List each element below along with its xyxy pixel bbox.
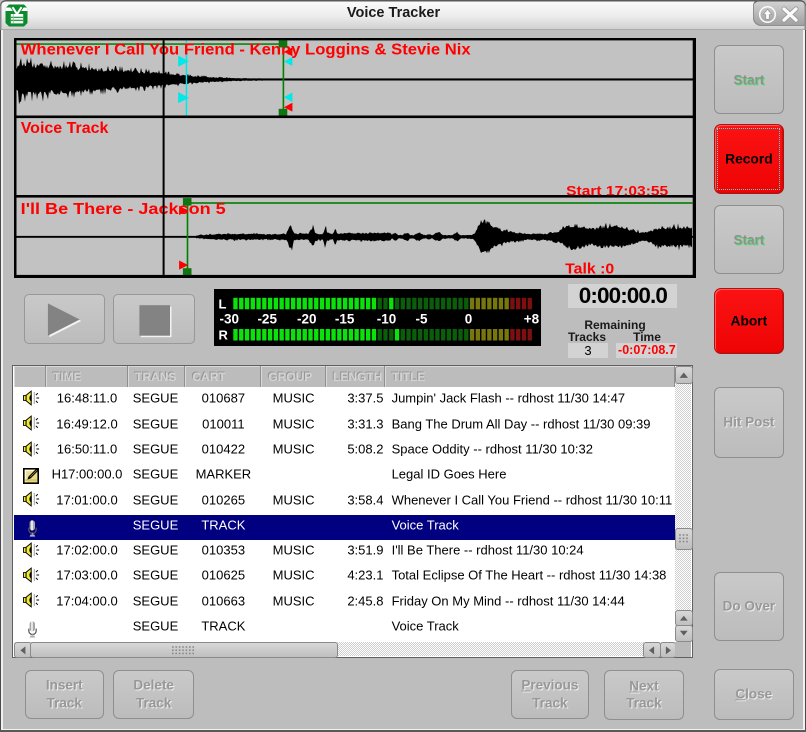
svg-text:-30: -30	[220, 312, 240, 327]
svg-text:Whenever I Call You Friend - K: Whenever I Call You Friend - Kenny Loggi…	[20, 42, 470, 59]
svg-text:L: L	[219, 296, 227, 311]
svg-text:R: R	[219, 328, 229, 343]
svg-text:+8: +8	[524, 312, 540, 327]
svg-text:-15: -15	[335, 312, 355, 327]
svg-text:I'll Be There - Jackson 5: I'll Be There - Jackson 5	[20, 201, 225, 218]
svg-text:-20: -20	[297, 312, 317, 327]
svg-text:Voice Track: Voice Track	[20, 120, 108, 137]
svg-text:-10: -10	[377, 312, 397, 327]
svg-text:0: 0	[465, 312, 473, 327]
svg-text:-5: -5	[415, 312, 427, 327]
svg-text:-25: -25	[257, 312, 277, 327]
